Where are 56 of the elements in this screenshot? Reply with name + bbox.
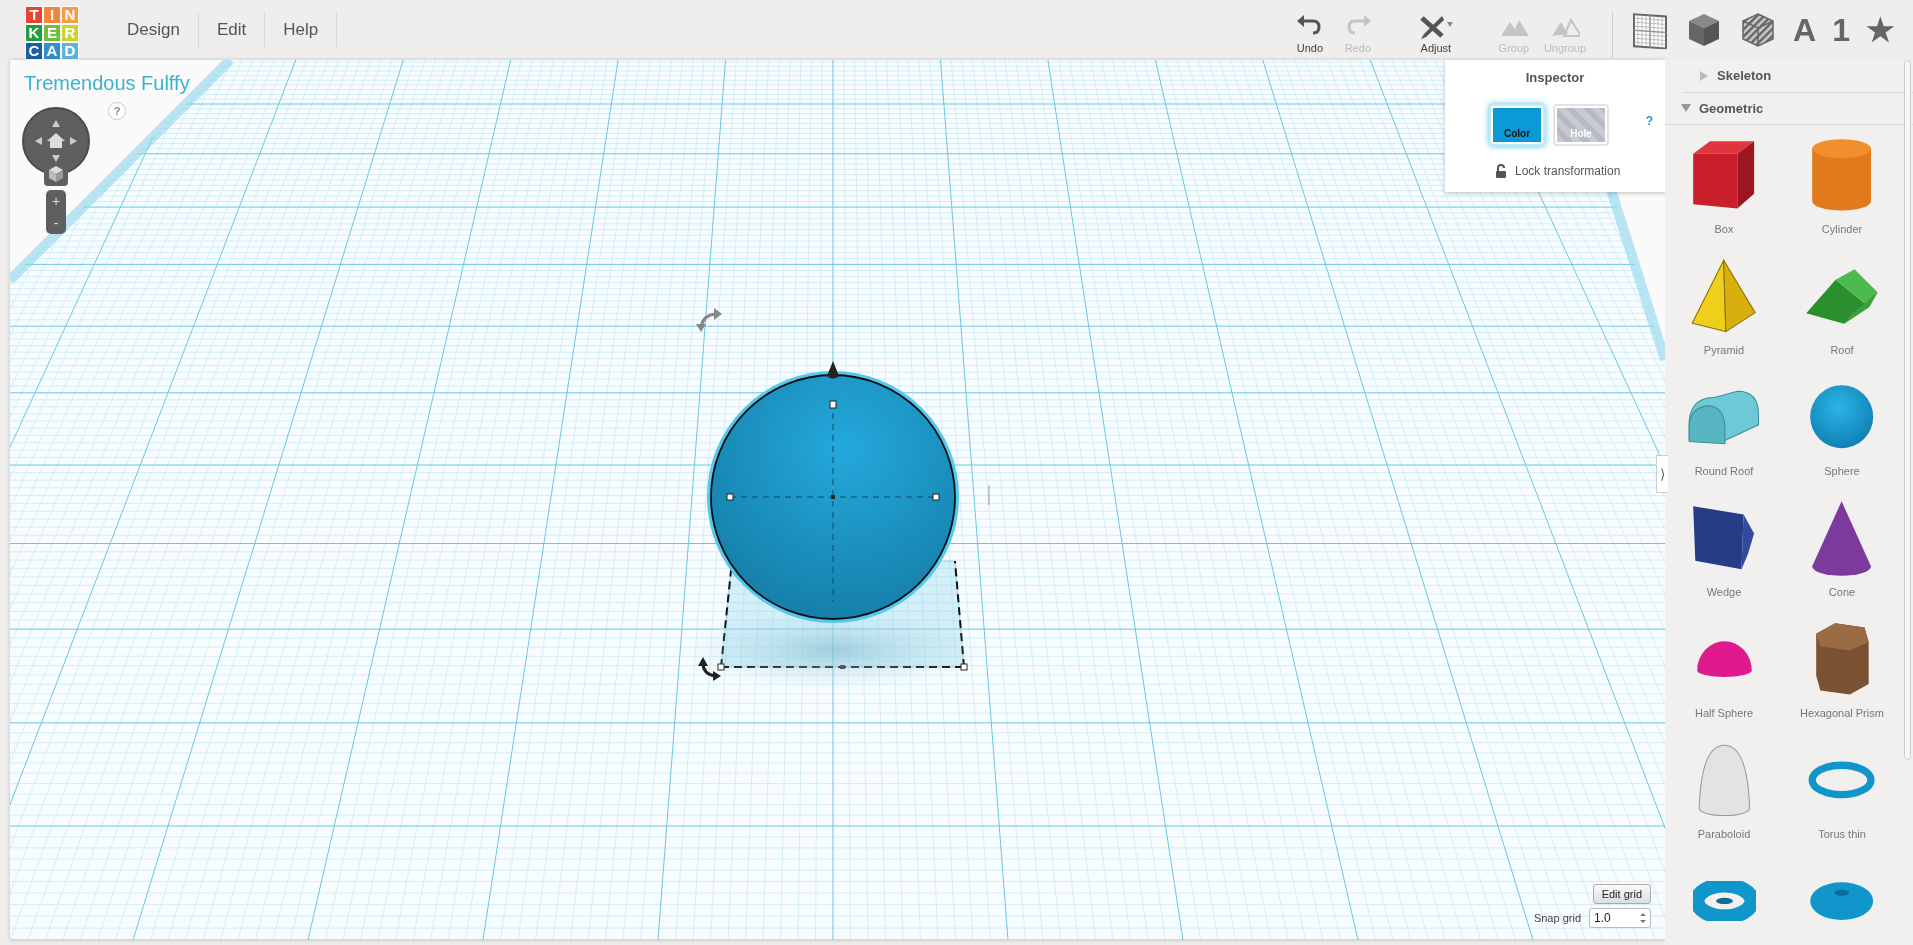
zoom-out-button[interactable]: - <box>46 212 66 234</box>
arrow-up-icon[interactable] <box>52 120 60 127</box>
shape-tile[interactable]: Half Sphere <box>1665 613 1783 734</box>
shape-tile[interactable]: Sphere <box>1783 371 1901 492</box>
menu-item[interactable]: Edit <box>198 13 266 47</box>
snap-grid-field[interactable]: 1.0 <box>1589 908 1651 928</box>
spinner-arrows-icon[interactable] <box>1640 912 1646 924</box>
shape-tile[interactable]: Roof <box>1783 250 1901 371</box>
snap-grid-label: Snap grid <box>1533 910 1581 926</box>
shape-tile[interactable]: Pyramid <box>1665 250 1783 371</box>
menu-item[interactable]: Design <box>109 13 199 47</box>
logo-tile: A <box>43 42 61 60</box>
logo-tile: I <box>43 6 61 24</box>
design-title: Tremendous Fulffy <box>24 71 190 96</box>
category-header[interactable]: Skeleton <box>1683 60 1913 93</box>
help-link[interactable]: ? <box>1645 111 1653 130</box>
arrow-right-icon[interactable] <box>70 137 77 145</box>
sphere-drawing[interactable] <box>707 361 959 623</box>
text-tool-button[interactable]: A <box>1785 8 1825 52</box>
category-header[interactable]: Geometric <box>1665 92 1913 125</box>
panel-title: Inspector <box>1524 69 1586 87</box>
logo-tile: C <box>25 42 43 60</box>
zoom-in-button[interactable]: + <box>46 190 66 212</box>
adjust-button[interactable]: Adjust <box>1411 8 1460 61</box>
shape-tile[interactable]: Box <box>1665 129 1783 250</box>
scrollbar[interactable] <box>1904 60 1911 760</box>
shape-tile[interactable]: Torus thin <box>1783 734 1901 855</box>
logo-tile: D <box>61 42 79 60</box>
logo-tile: K <box>25 24 43 42</box>
shape-tile[interactable]: Hexagonal Prism <box>1783 613 1901 734</box>
undo-button[interactable]: Undo <box>1285 8 1334 61</box>
home-icon[interactable] <box>47 133 65 148</box>
grid-icon[interactable] <box>1631 11 1670 49</box>
logo-tile: N <box>61 6 79 24</box>
padlock-icon[interactable] <box>1495 163 1507 178</box>
shape-tile[interactable]: Cone <box>1783 492 1901 613</box>
shape-tile[interactable]: Paraboloid <box>1665 734 1783 855</box>
torus-thin-icon <box>1808 761 1876 799</box>
arrow-down-icon[interactable] <box>52 155 60 162</box>
logo-tile: E <box>43 24 61 42</box>
rotate-icon[interactable] <box>698 657 721 681</box>
lock-label: Lock transformation <box>1515 162 1621 180</box>
arrow-left-icon[interactable] <box>35 137 42 145</box>
shape-tile[interactable]: Wedge <box>1665 492 1783 613</box>
text-tool-button[interactable]: 1 <box>1824 8 1858 52</box>
logo-tile: T <box>25 6 43 24</box>
shape-tile[interactable]: Cylinder <box>1783 129 1901 250</box>
torus-icon <box>1692 881 1756 921</box>
text-tool-button[interactable]: ★ <box>1858 8 1903 52</box>
color-mode-button[interactable]: Color <box>1489 103 1545 146</box>
menu-item[interactable]: Help <box>265 13 338 47</box>
logo-tile: R <box>61 24 79 42</box>
sidebar-toggle[interactable]: ⟩ <box>1656 455 1668 493</box>
help-button[interactable]: ? <box>108 102 126 120</box>
shape-tile[interactable]: Round Roof <box>1665 371 1783 492</box>
orbit-control[interactable] <box>21 106 91 176</box>
